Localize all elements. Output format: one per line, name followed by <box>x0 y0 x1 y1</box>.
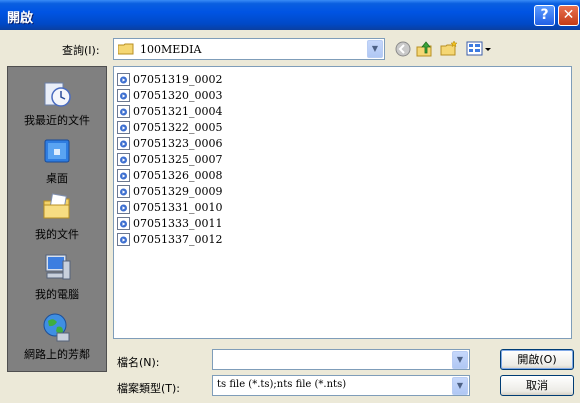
views-menu-icon[interactable] <box>466 40 494 58</box>
title-bar[interactable]: 開啟 ? ✕ <box>0 0 580 30</box>
close-button[interactable]: ✕ <box>558 5 579 26</box>
place-label: 桌面 <box>46 172 68 185</box>
media-file-icon <box>117 201 130 214</box>
network-places-icon <box>43 313 70 342</box>
place-label: 我的電腦 <box>35 288 79 301</box>
up-folder-icon[interactable] <box>415 40 433 58</box>
lookin-combo[interactable]: 100MEDIA ▼ <box>113 38 385 60</box>
file-name: 07051337_0012 <box>133 233 223 246</box>
file-name: 07051320_0003 <box>133 89 223 102</box>
file-name: 07051333_0011 <box>133 217 223 230</box>
place-recent-documents[interactable]: 我最近的文件 <box>8 77 106 128</box>
file-name: 07051326_0008 <box>133 169 223 182</box>
media-file-icon <box>117 105 130 118</box>
place-my-computer[interactable]: 我的電腦 <box>8 251 106 302</box>
media-file-icon <box>117 121 130 134</box>
file-name: 07051323_0006 <box>133 137 223 150</box>
desktop-icon <box>44 139 70 163</box>
folder-icon <box>118 43 134 55</box>
chevron-down-icon[interactable]: ▼ <box>367 40 383 58</box>
place-desktop[interactable]: 桌面 <box>8 135 106 186</box>
file-list[interactable]: 07051319_0002 07051320_0003 07051321_000… <box>113 66 572 339</box>
lookin-label: 查詢(I): <box>62 44 100 57</box>
chevron-down-icon[interactable]: ▼ <box>452 351 468 369</box>
my-computer-icon <box>45 254 71 280</box>
places-bar: 我最近的文件 桌面 我的文件 我的電腦 網路上的芳鄰 <box>7 66 107 372</box>
chevron-down-icon[interactable]: ▼ <box>452 377 468 395</box>
file-name: 07051329_0009 <box>133 185 223 198</box>
help-button[interactable]: ? <box>534 5 555 26</box>
back-icon[interactable] <box>394 40 412 58</box>
place-label: 我的文件 <box>35 228 79 241</box>
place-my-documents[interactable]: 我的文件 <box>8 191 106 242</box>
window-title: 開啟 <box>7 11 34 26</box>
file-name: 07051325_0007 <box>133 153 223 166</box>
media-file-icon <box>117 73 130 86</box>
media-file-icon <box>117 89 130 102</box>
filetype-value: ts file (*.ts);nts file (*.nts) <box>217 379 347 390</box>
cancel-button[interactable]: 取消 <box>500 375 574 396</box>
filetype-combo[interactable]: ts file (*.ts);nts file (*.nts) ▼ <box>212 375 470 396</box>
filetype-label: 檔案類型(T): <box>117 382 181 395</box>
place-network[interactable]: 網路上的芳鄰 <box>8 311 106 362</box>
media-file-icon <box>117 185 130 198</box>
place-label: 網路上的芳鄰 <box>24 348 90 361</box>
new-folder-icon[interactable] <box>440 40 458 58</box>
media-file-icon <box>117 137 130 150</box>
filename-label: 檔名(N): <box>117 356 160 369</box>
lookin-value: 100MEDIA <box>140 43 202 56</box>
file-name: 07051331_0010 <box>133 201 223 214</box>
media-file-icon <box>117 217 130 230</box>
file-name: 07051322_0005 <box>133 121 223 134</box>
media-file-icon <box>117 153 130 166</box>
media-file-icon <box>117 233 130 246</box>
recent-documents-icon <box>44 82 71 107</box>
file-name: 07051321_0004 <box>133 105 223 118</box>
place-label: 我最近的文件 <box>24 114 90 127</box>
open-button[interactable]: 開啟(O) <box>500 349 574 370</box>
filename-field[interactable]: ▼ <box>212 349 470 370</box>
media-file-icon <box>117 169 130 182</box>
my-documents-icon <box>43 193 70 219</box>
file-name: 07051319_0002 <box>133 73 223 86</box>
